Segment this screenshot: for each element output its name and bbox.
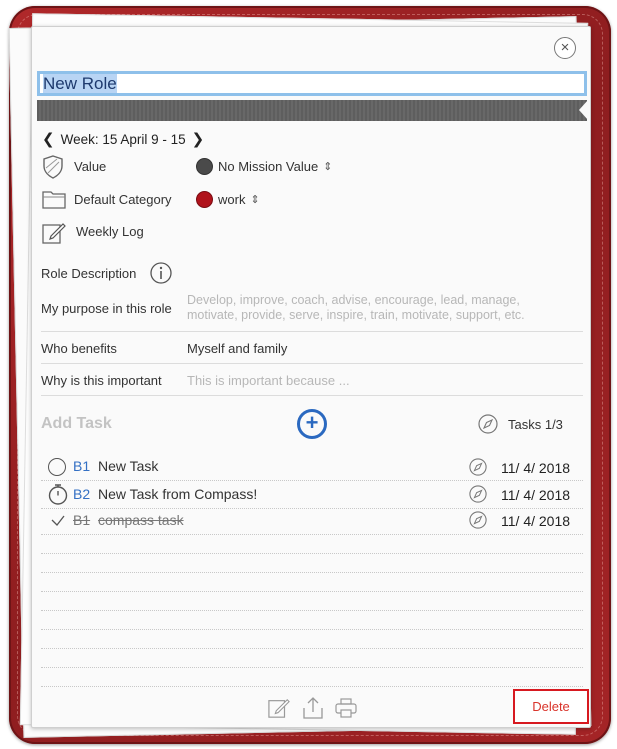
updown-icon: ⇕: [323, 161, 333, 173]
ruled-line: [41, 648, 583, 649]
compass-icon[interactable]: [469, 485, 487, 503]
info-icon[interactable]: [150, 262, 172, 284]
week-navigator: ❮ Week: 15 April 9 - 15 ❯: [42, 130, 204, 148]
role-title-input[interactable]: New Role: [37, 71, 587, 96]
benefits-input[interactable]: Myself and family: [187, 341, 287, 356]
compass-icon: [478, 414, 498, 434]
task-checkbox[interactable]: [48, 458, 66, 476]
title-ribbon: [37, 100, 588, 121]
edit-icon[interactable]: [42, 221, 66, 245]
task-divider: [41, 534, 583, 535]
task-name[interactable]: New Task: [98, 458, 158, 474]
chevron-right-icon[interactable]: ❯: [192, 130, 205, 148]
close-icon: ×: [560, 39, 570, 56]
purpose-placeholder-line2: motivate, provide, serve, inspire, train…: [187, 308, 525, 322]
close-button[interactable]: ×: [554, 37, 576, 59]
compass-icon[interactable]: [469, 458, 487, 476]
task-name[interactable]: compass task: [98, 512, 184, 528]
updown-icon: ⇕: [250, 194, 260, 206]
benefits-label: Who benefits: [41, 341, 117, 356]
task-date: 11/ 4/ 2018: [501, 487, 571, 503]
value-label: Value: [74, 159, 107, 174]
task-name[interactable]: New Task from Compass!: [98, 486, 257, 502]
purpose-label: My purpose in this role: [41, 301, 172, 316]
important-label: Why is this important: [41, 373, 162, 388]
delete-button[interactable]: Delete: [513, 689, 589, 724]
ruled-line: [41, 667, 583, 668]
task-priority: B2: [73, 486, 91, 502]
week-label: Week: 15 April 9 - 15: [60, 131, 186, 147]
chevron-left-icon[interactable]: ❮: [42, 130, 55, 148]
role-description-heading: Role Description: [41, 266, 137, 281]
role-sheet: × New Role ❮ Week: 15 April 9 - 15 ❯ Val…: [31, 26, 591, 728]
ruled-line: [41, 629, 583, 630]
purpose-input[interactable]: Develop, improve, coach, advise, encoura…: [187, 293, 583, 323]
category-selected: work: [218, 192, 246, 207]
folder-icon: [42, 191, 66, 209]
task-divider: [41, 480, 583, 481]
divider: [41, 395, 583, 396]
divider: [41, 331, 583, 332]
value-selector[interactable]: No Mission Value ⇕: [196, 158, 332, 175]
task-date: 11/ 4/ 2018: [501, 460, 571, 476]
value-selected: No Mission Value: [218, 159, 319, 174]
share-icon[interactable]: [302, 696, 324, 720]
task-priority: B1: [73, 458, 91, 474]
add-task-label: Add Task: [41, 415, 112, 432]
ruled-line: [41, 686, 583, 687]
task-count: Tasks 1/3: [508, 417, 563, 432]
weekly-log-label[interactable]: Weekly Log: [76, 224, 144, 239]
plus-circle-icon: +: [305, 410, 319, 435]
role-title-text: New Role: [43, 74, 117, 93]
ruled-line: [41, 610, 583, 611]
task-date: 11/ 4/ 2018: [501, 513, 571, 529]
category-selector[interactable]: work ⇕: [196, 191, 260, 208]
ruled-line: [41, 591, 583, 592]
value-color-dot: [196, 158, 213, 175]
important-input[interactable]: This is important because ...: [187, 373, 350, 388]
ruled-line: [41, 572, 583, 573]
checkmark-icon[interactable]: [51, 515, 65, 527]
stopwatch-icon[interactable]: [47, 483, 69, 505]
task-divider: [41, 508, 583, 509]
add-task-button[interactable]: +: [297, 409, 327, 439]
edit-icon[interactable]: [268, 697, 290, 719]
shield-icon: [43, 155, 63, 179]
purpose-placeholder-line1: Develop, improve, coach, advise, encoura…: [187, 293, 520, 307]
category-label: Default Category: [74, 192, 172, 207]
divider: [41, 363, 583, 364]
compass-icon[interactable]: [469, 511, 487, 529]
category-color-dot: [196, 191, 213, 208]
ruled-line: [41, 553, 583, 554]
printer-icon[interactable]: [335, 698, 357, 718]
task-priority: B1: [73, 512, 91, 528]
